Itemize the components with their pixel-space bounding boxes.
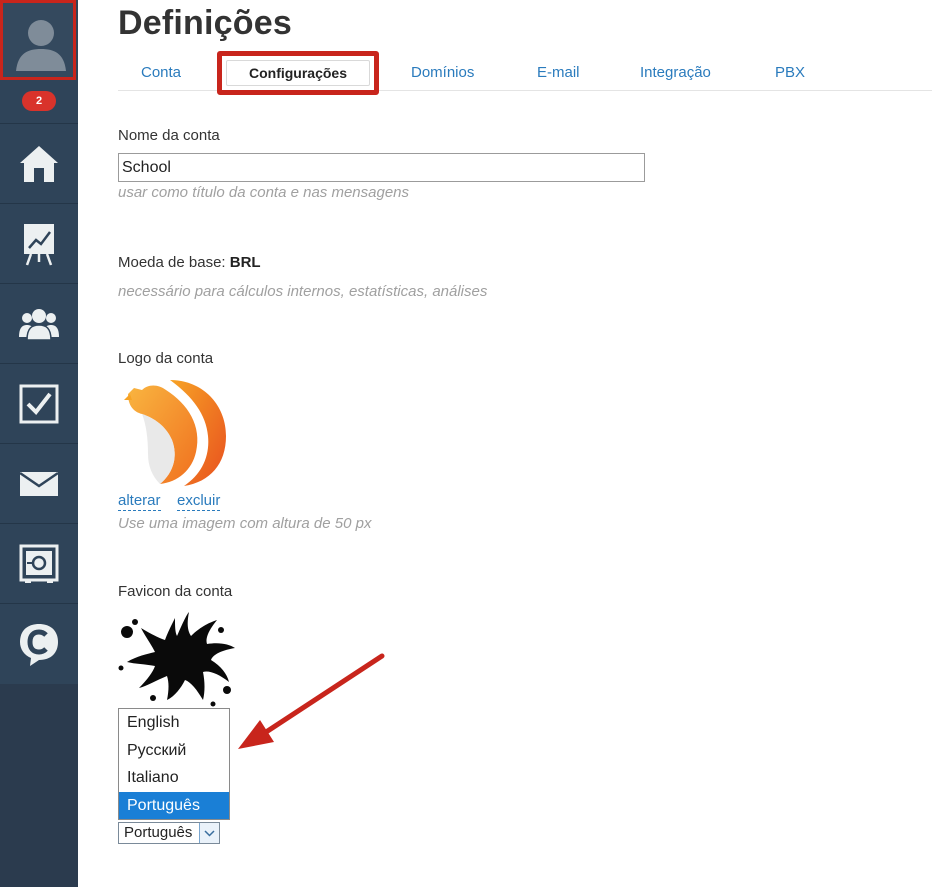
home-icon <box>20 145 58 182</box>
language-option-russian[interactable]: Русский <box>119 737 229 765</box>
envelope-icon <box>19 471 59 496</box>
people-icon <box>19 308 59 341</box>
favicon-image <box>117 608 237 713</box>
logo-label: Logo da conta <box>118 350 214 367</box>
currency-value: BRL <box>229 254 261 271</box>
favicon-label: Favicon da conta <box>118 583 233 600</box>
sidebar-item-safe[interactable] <box>0 523 78 603</box>
safe-icon <box>19 544 59 583</box>
currency-hint: necessário para cálculos internos, estat… <box>118 283 488 300</box>
account-name-input[interactable] <box>118 153 645 182</box>
tab-dominios[interactable]: Domínios <box>411 56 474 90</box>
language-option-italian[interactable]: Italiano <box>119 764 229 792</box>
chat-c-icon <box>20 624 58 666</box>
account-name-label: Nome da conta <box>118 127 220 144</box>
user-avatar[interactable] <box>0 0 76 80</box>
sidebar-item-mail[interactable] <box>0 443 78 523</box>
language-select-value: Português <box>124 824 193 841</box>
tab-bar: Conta Configurações Domínios E-mail Inte… <box>118 51 932 95</box>
notification-badge[interactable]: 2 <box>22 91 56 111</box>
language-option-english[interactable]: English <box>119 709 229 737</box>
logo-change-link[interactable]: alterar <box>118 492 161 511</box>
annotation-arrow-icon <box>238 653 385 749</box>
tab-integracao[interactable]: Integração <box>640 56 711 90</box>
sidebar-item-tasks[interactable] <box>0 363 78 443</box>
chevron-down-icon[interactable] <box>199 823 219 843</box>
user-icon <box>12 9 70 75</box>
sidebar-empty-area <box>0 684 78 887</box>
sidebar-item-chat[interactable] <box>0 603 78 684</box>
language-select[interactable]: Português <box>118 822 220 844</box>
currency-label-text: Moeda de base: <box>118 254 226 271</box>
language-option-portuguese[interactable]: Português <box>119 791 229 819</box>
sidebar-item-reports[interactable] <box>0 203 78 283</box>
tab-configuracoes[interactable]: Configurações <box>217 51 379 95</box>
account-name-hint: usar como título da conta e nas mensagen… <box>118 184 410 201</box>
tab-conta[interactable]: Conta <box>141 56 181 90</box>
account-logo-image <box>122 378 228 493</box>
language-dropdown-list: English Русский Italiano Português <box>118 708 230 820</box>
sidebar-item-contacts[interactable] <box>0 283 78 363</box>
logo-hint: Use uma imagem com altura de 50 px <box>118 515 372 532</box>
chart-board-icon <box>24 223 54 265</box>
tab-pbx[interactable]: PBX <box>775 56 805 90</box>
sidebar-item-home[interactable] <box>0 123 78 203</box>
tab-email[interactable]: E-mail <box>537 56 580 90</box>
page-title: Definições <box>118 4 292 42</box>
sidebar: 2 <box>0 0 78 887</box>
currency-label: Moeda de base: BRL <box>118 254 261 271</box>
logo-delete-link[interactable]: excluir <box>177 492 221 511</box>
checkbox-icon <box>19 384 59 423</box>
